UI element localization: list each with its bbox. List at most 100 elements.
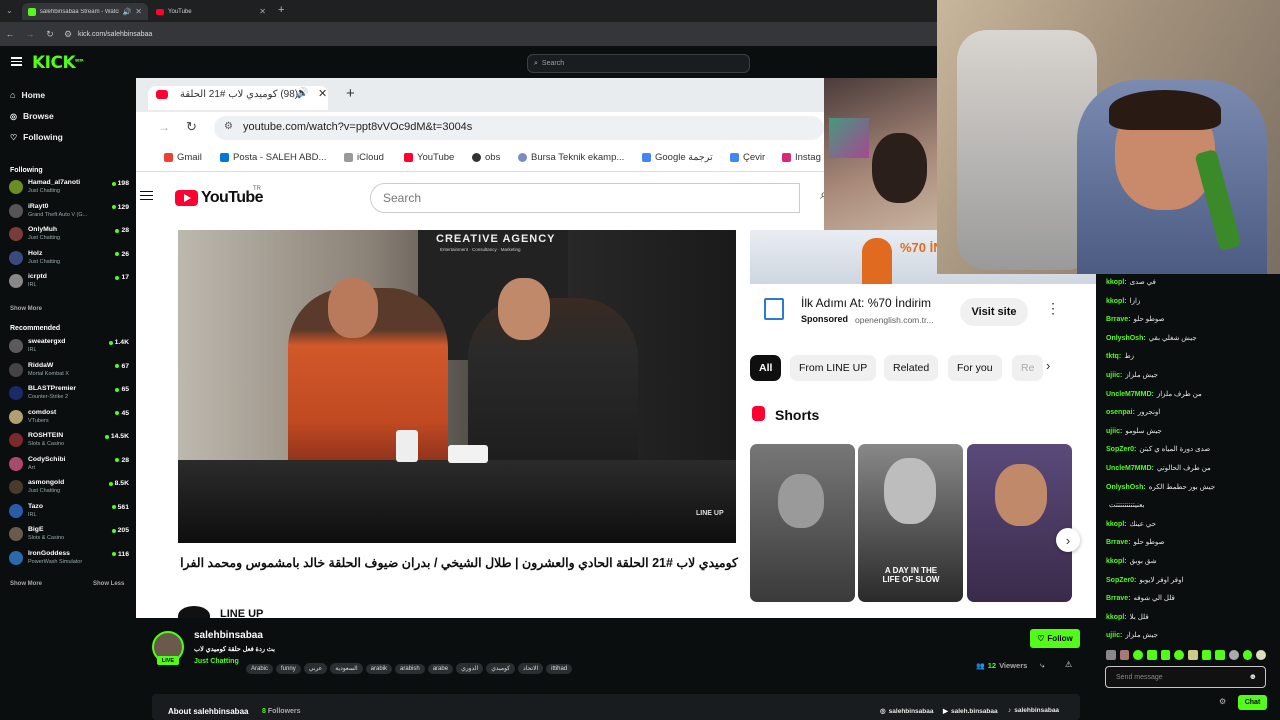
viewer-count: 205 bbox=[111, 527, 129, 534]
emote-icon[interactable] bbox=[1174, 650, 1185, 660]
streamer-name[interactable]: salehbinsabaa bbox=[194, 630, 263, 641]
sidebar-channel[interactable]: ROSHTEIN Slots & Casino 14.5K bbox=[9, 430, 129, 452]
chat-username[interactable]: Brrave bbox=[1106, 595, 1128, 602]
channel-avatar bbox=[9, 339, 23, 353]
emoji-icon[interactable]: ☻ bbox=[1249, 672, 1257, 681]
emote-icon[interactable] bbox=[1256, 650, 1267, 660]
chat-username[interactable]: kkopl bbox=[1106, 298, 1124, 305]
stream-category[interactable]: Just Chatting bbox=[194, 658, 239, 665]
emote-icon[interactable] bbox=[1106, 650, 1116, 660]
channel-avatar bbox=[9, 227, 23, 241]
chat-username[interactable]: OnlyshOsh bbox=[1106, 484, 1143, 491]
channel-name: CodySchibi bbox=[28, 455, 66, 463]
chat-username[interactable]: kkopl bbox=[1106, 279, 1124, 286]
social-tiktok[interactable]: ♪ salehbinsabaa bbox=[1008, 707, 1059, 714]
emote-icon[interactable] bbox=[1229, 650, 1239, 660]
yt-video-player: CREATIVE AGENCY Entertainment · Consulta… bbox=[178, 230, 736, 543]
chat-username[interactable]: Brrave bbox=[1106, 316, 1128, 323]
chat-input[interactable]: Send message ☻ bbox=[1105, 666, 1266, 688]
browser-tab-kick[interactable]: salehbinsabaa Stream - Watch 🔊 ✕ bbox=[22, 3, 148, 20]
stream-tag[interactable]: السعودية bbox=[330, 663, 363, 674]
report-icon[interactable]: ⚠ bbox=[1065, 660, 1072, 669]
close-tab-icon[interactable]: ✕ bbox=[135, 7, 142, 16]
sidebar-channel[interactable]: RiddaW Mortal Kombat X 67 bbox=[9, 360, 129, 382]
sidebar-channel[interactable]: iRayt0 Grand Theft Auto V (G... 129 bbox=[9, 201, 129, 223]
nav-home[interactable]: ⌂ Home bbox=[10, 90, 45, 100]
chat-username[interactable]: kkopl bbox=[1106, 614, 1124, 621]
chat-username[interactable]: ujiic bbox=[1106, 372, 1120, 379]
emote-icon[interactable] bbox=[1201, 650, 1212, 660]
close-tab-icon[interactable]: ✕ bbox=[259, 7, 266, 16]
chat-username[interactable]: osenpai bbox=[1106, 409, 1132, 416]
chat-username[interactable]: Brrave bbox=[1106, 539, 1128, 546]
emote-icon[interactable] bbox=[1160, 650, 1171, 660]
recommended-show-more[interactable]: Show More bbox=[10, 581, 42, 587]
url-field[interactable]: kick.com/salehbinsabaa bbox=[78, 31, 152, 38]
viewer-count: 28 bbox=[115, 457, 129, 464]
sidebar-channel[interactable]: asmongold Just Chatting 8.5K bbox=[9, 477, 129, 499]
chat-username[interactable]: tktq bbox=[1106, 353, 1119, 360]
sidebar-channel[interactable]: IronGoddess PowerWash Simulator 116 bbox=[9, 548, 129, 570]
chat-send-button[interactable]: Chat bbox=[1238, 695, 1267, 710]
emote-icon[interactable] bbox=[1133, 650, 1144, 660]
sidebar-channel[interactable]: Hamad_al7anoti Just Chatting 198 bbox=[9, 177, 129, 199]
sidebar-channel[interactable]: BLASTPremier Counter-Strike 2 65 bbox=[9, 383, 129, 405]
speaker-icon[interactable]: 🔊 bbox=[123, 8, 132, 16]
chat-settings-icon[interactable]: ⚙ bbox=[1219, 697, 1226, 706]
nav-following[interactable]: ♡ Following bbox=[10, 132, 63, 142]
reload-icon[interactable]: ↻ bbox=[44, 29, 56, 40]
stream-tag[interactable]: الدوري bbox=[456, 663, 484, 674]
menu-icon[interactable] bbox=[11, 55, 22, 68]
new-tab-icon[interactable]: + bbox=[278, 4, 284, 16]
stream-tag[interactable]: ittihad bbox=[546, 664, 573, 674]
sidebar-channel[interactable]: icrptd IRL 17 bbox=[9, 271, 129, 293]
emote-icon[interactable] bbox=[1215, 650, 1226, 660]
stream-tag[interactable]: arabe bbox=[427, 664, 454, 674]
sidebar-channel[interactable]: CodySchibi Art 28 bbox=[9, 454, 129, 476]
stream-tag[interactable]: عربي bbox=[303, 663, 328, 674]
sidebar-channel[interactable]: BigE Slots & Casino 205 bbox=[9, 524, 129, 546]
forward-icon[interactable]: → bbox=[24, 29, 36, 39]
chat-username[interactable]: OnlyshOsh bbox=[1106, 335, 1143, 342]
chat-username[interactable]: UncleM7MMD bbox=[1106, 465, 1152, 472]
recommended-show-less[interactable]: Show Less bbox=[93, 581, 124, 587]
sidebar-channel[interactable]: sweatergxd IRL 1.4K bbox=[9, 336, 129, 358]
back-icon[interactable]: ← bbox=[4, 29, 16, 39]
channel-avatar bbox=[9, 456, 23, 471]
stream-tag[interactable]: Arabic bbox=[246, 664, 274, 674]
emote-icon[interactable] bbox=[1147, 650, 1157, 660]
social-youtube[interactable]: ▶ saleh.binsabaa bbox=[943, 707, 998, 716]
social-instagram[interactable]: ◎ salehbinsabaa bbox=[880, 707, 933, 716]
emote-icon[interactable] bbox=[1188, 650, 1198, 660]
chat-username[interactable]: ujiic bbox=[1106, 428, 1120, 435]
stream-tag[interactable]: الاتحاد bbox=[518, 663, 544, 674]
stream-tag[interactable]: arabik bbox=[365, 664, 393, 674]
sidebar-channel[interactable]: OnlyMuh Just Chatting 28 bbox=[9, 224, 129, 246]
sidebar-channel[interactable]: Holz Just Chatting 26 bbox=[9, 248, 129, 270]
chat-username[interactable]: kkopl bbox=[1106, 521, 1124, 528]
follow-button[interactable]: ♡ Follow bbox=[1030, 629, 1080, 648]
sidebar-channel[interactable]: comdost VTubers 45 bbox=[9, 407, 129, 429]
menu-icon bbox=[140, 188, 153, 203]
emote-icon[interactable] bbox=[1119, 650, 1130, 660]
site-info-icon[interactable]: ⚙ bbox=[62, 29, 74, 40]
emote-icon[interactable] bbox=[1242, 650, 1253, 660]
chat-message: OnlyshOsh: جيش بور حطمط الكره bbox=[1106, 483, 1216, 491]
stream-tag[interactable]: كوميدي bbox=[486, 663, 516, 674]
kick-logo[interactable]: KICKBETA bbox=[32, 53, 84, 73]
following-show-more[interactable]: Show More bbox=[10, 306, 42, 312]
chat-username[interactable]: ujiic bbox=[1106, 632, 1120, 639]
chat-username[interactable]: kkopl bbox=[1106, 558, 1124, 565]
close-tab-icon: ✕ bbox=[318, 88, 328, 100]
chat-username[interactable]: SopZer0 bbox=[1106, 577, 1134, 584]
browser-tab-youtube[interactable]: YouTube ✕ bbox=[150, 3, 272, 20]
stream-tag[interactable]: funny bbox=[276, 664, 301, 674]
tab-list-icon[interactable]: ⌄ bbox=[6, 6, 13, 15]
share-icon[interactable]: ⤷ bbox=[1040, 661, 1044, 671]
chat-username[interactable]: UncleM7MMD bbox=[1106, 391, 1152, 398]
kick-search-input[interactable]: ⌕ Search bbox=[527, 54, 750, 73]
sidebar-channel[interactable]: Tazo IRL 561 bbox=[9, 501, 129, 523]
stream-tag[interactable]: arabish bbox=[395, 664, 425, 674]
nav-browse[interactable]: ◎ Browse bbox=[10, 111, 54, 121]
chat-username[interactable]: SopZer0 bbox=[1106, 446, 1134, 453]
